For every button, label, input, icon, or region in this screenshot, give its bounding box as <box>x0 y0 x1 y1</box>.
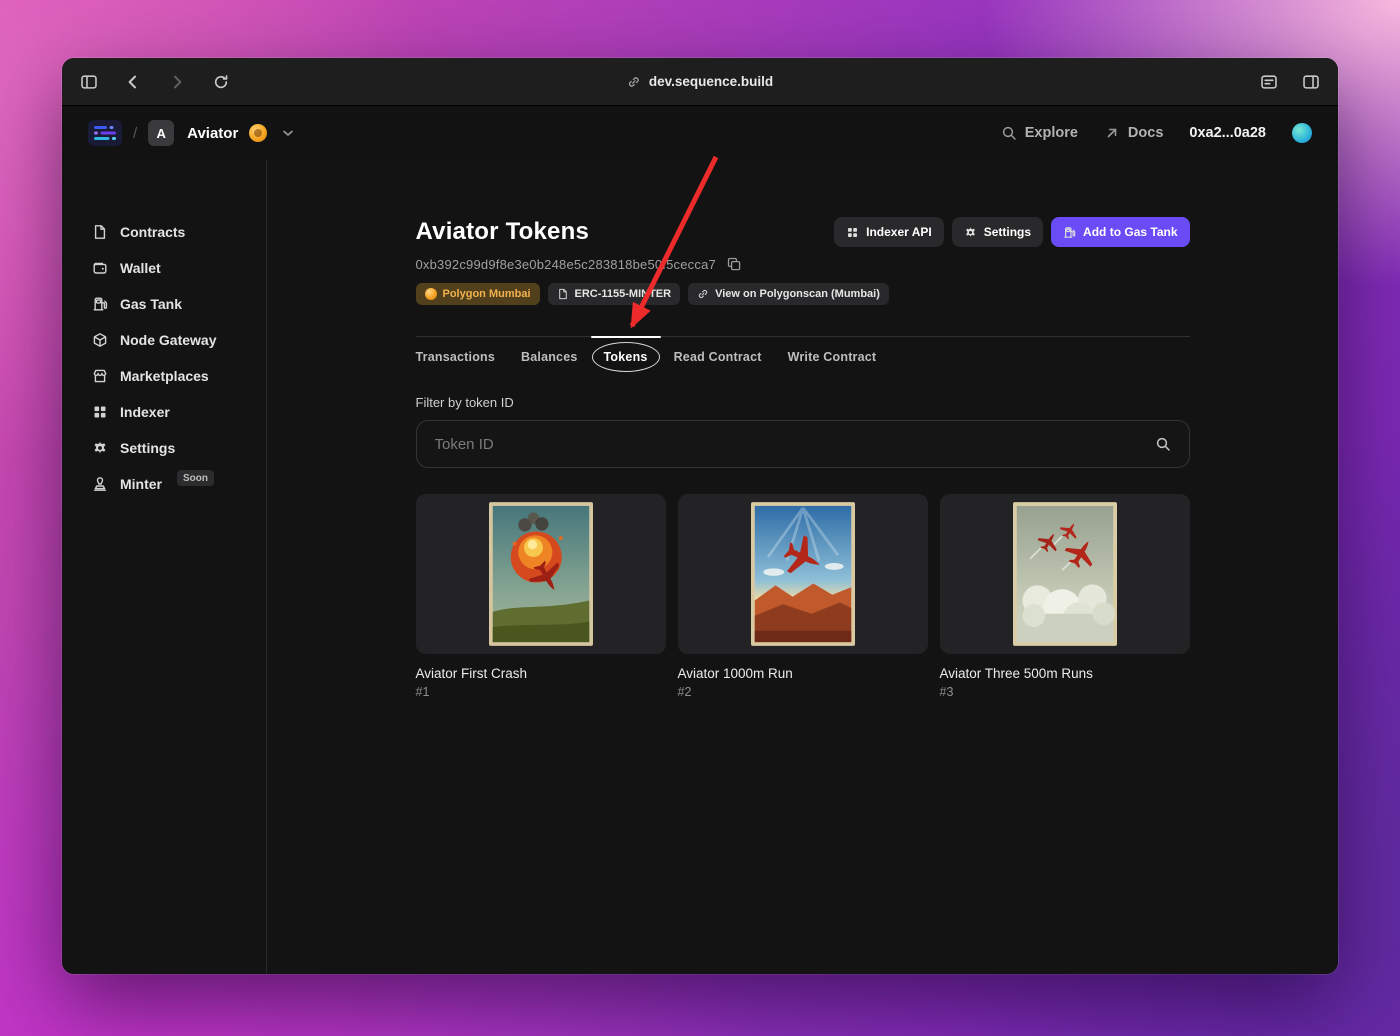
token-name: Aviator Three 500m Runs <box>939 666 1093 681</box>
back-icon[interactable] <box>122 71 144 93</box>
address-bar[interactable]: dev.sequence.build <box>627 74 773 89</box>
gear-icon <box>94 441 106 454</box>
sidebar-item-settings[interactable]: Settings <box>62 430 266 466</box>
cube-icon <box>93 333 107 347</box>
sidebar: Contracts Wallet Gas Tank Node Gateway M… <box>62 160 267 974</box>
arrow-up-right-icon <box>1107 128 1117 138</box>
add-to-gas-tank-button[interactable]: Add to Gas Tank <box>1051 217 1190 247</box>
token-card-3[interactable] <box>939 494 1190 654</box>
token-item: Aviator First Crash #1 <box>415 494 666 699</box>
token-image-first-crash <box>488 502 593 646</box>
sidebar-item-wallet[interactable]: Wallet <box>62 250 266 286</box>
indexer-api-button[interactable]: Indexer API <box>834 217 944 247</box>
network-badge: Polygon Mumbai <box>415 283 540 305</box>
token-name: Aviator First Crash <box>415 666 528 681</box>
sidebar-item-node-gateway[interactable]: Node Gateway <box>62 322 266 358</box>
document-icon <box>94 225 106 239</box>
soon-badge: Soon <box>177 470 214 486</box>
reload-icon[interactable] <box>210 71 232 93</box>
docs-button[interactable]: Docs <box>1104 125 1163 141</box>
sidebar-item-contracts[interactable]: Contracts <box>62 214 266 250</box>
copy-icon[interactable] <box>726 256 742 272</box>
active-tab-indicator <box>590 336 661 338</box>
browser-toolbar: dev.sequence.build <box>62 58 1338 106</box>
project-name[interactable]: Aviator <box>187 125 238 142</box>
project-network-badge-icon <box>249 124 268 142</box>
tab-balances[interactable]: Balances <box>521 350 578 364</box>
stamp-icon <box>93 477 107 491</box>
token-item: Aviator 1000m Run #2 <box>677 494 928 699</box>
app-header: / A Aviator Explore Docs 0xa2...0a28 <box>62 106 1338 160</box>
token-id: #2 <box>677 685 692 699</box>
gas-pump-icon <box>1064 226 1076 238</box>
sidebar-item-indexer[interactable]: Indexer <box>62 394 266 430</box>
search-icon <box>1002 126 1016 140</box>
project-avatar: A <box>148 120 175 146</box>
wallet-icon <box>93 262 107 274</box>
token-id-search <box>415 420 1190 468</box>
search-icon[interactable] <box>1155 436 1171 452</box>
token-id: #1 <box>415 685 430 699</box>
explore-button[interactable]: Explore <box>1001 125 1078 141</box>
settings-button[interactable]: Settings <box>951 217 1044 247</box>
tab-bar: Transactions Balances Tokens Read Contra… <box>415 336 1190 372</box>
link-icon <box>628 76 639 87</box>
grid-icon <box>848 227 858 237</box>
token-card-2[interactable] <box>677 494 928 654</box>
token-image-three-500m-runs <box>1012 502 1117 646</box>
filter-label: Filter by token ID <box>415 395 514 410</box>
url-text: dev.sequence.build <box>648 74 774 89</box>
page-title: Aviator Tokens <box>415 218 590 245</box>
gear-icon <box>965 226 975 237</box>
token-name: Aviator 1000m Run <box>677 666 793 681</box>
sidebar-item-minter[interactable]: Minter Soon <box>62 466 266 502</box>
sequence-logo[interactable] <box>88 120 122 146</box>
storefront-icon <box>93 369 107 383</box>
token-grid: Aviator First Crash #1 Aviator 1000m Run… <box>415 494 1190 699</box>
gas-pump-icon <box>93 297 108 311</box>
browser-extension-icon[interactable] <box>1258 71 1280 93</box>
contract-standard-badge: ERC-1155-MINTER <box>547 283 681 305</box>
breadcrumb-separator: / <box>133 124 138 142</box>
tab-write-contract[interactable]: Write Contract <box>788 350 877 364</box>
tab-read-contract[interactable]: Read Contract <box>674 350 762 364</box>
browser-window: dev.sequence.build / A Aviator Explore D… <box>62 58 1338 974</box>
polygon-coin-icon <box>424 288 437 300</box>
main-panel: Aviator Tokens Indexer API Settings Add … <box>267 160 1338 974</box>
chevron-down-icon[interactable] <box>280 125 296 141</box>
document-icon <box>558 288 567 300</box>
user-avatar[interactable] <box>1292 123 1312 143</box>
contract-address: 0xb392c99d9f8e3e0b248e5c283818be50f5cecc… <box>415 256 716 272</box>
forward-icon[interactable] <box>166 71 188 93</box>
tab-tokens[interactable]: Tokens <box>590 336 661 372</box>
token-card-1[interactable] <box>415 494 666 654</box>
token-id: #3 <box>939 685 954 699</box>
wallet-address[interactable]: 0xa2...0a28 <box>1189 125 1266 141</box>
token-item: Aviator Three 500m Runs #3 <box>939 494 1190 699</box>
token-image-1000m-run <box>750 502 855 646</box>
link-icon <box>698 289 708 299</box>
sidebar-item-marketplaces[interactable]: Marketplaces <box>62 358 266 394</box>
sidebar-right-icon[interactable] <box>1300 71 1322 93</box>
sidebar-item-gas-tank[interactable]: Gas Tank <box>62 286 266 322</box>
token-id-input[interactable] <box>434 435 1155 453</box>
sidebar-toggle-icon[interactable] <box>78 71 100 93</box>
polygonscan-link[interactable]: View on Polygonscan (Mumbai) <box>688 283 889 305</box>
grid-icon <box>94 406 106 418</box>
tab-transactions[interactable]: Transactions <box>416 350 496 364</box>
